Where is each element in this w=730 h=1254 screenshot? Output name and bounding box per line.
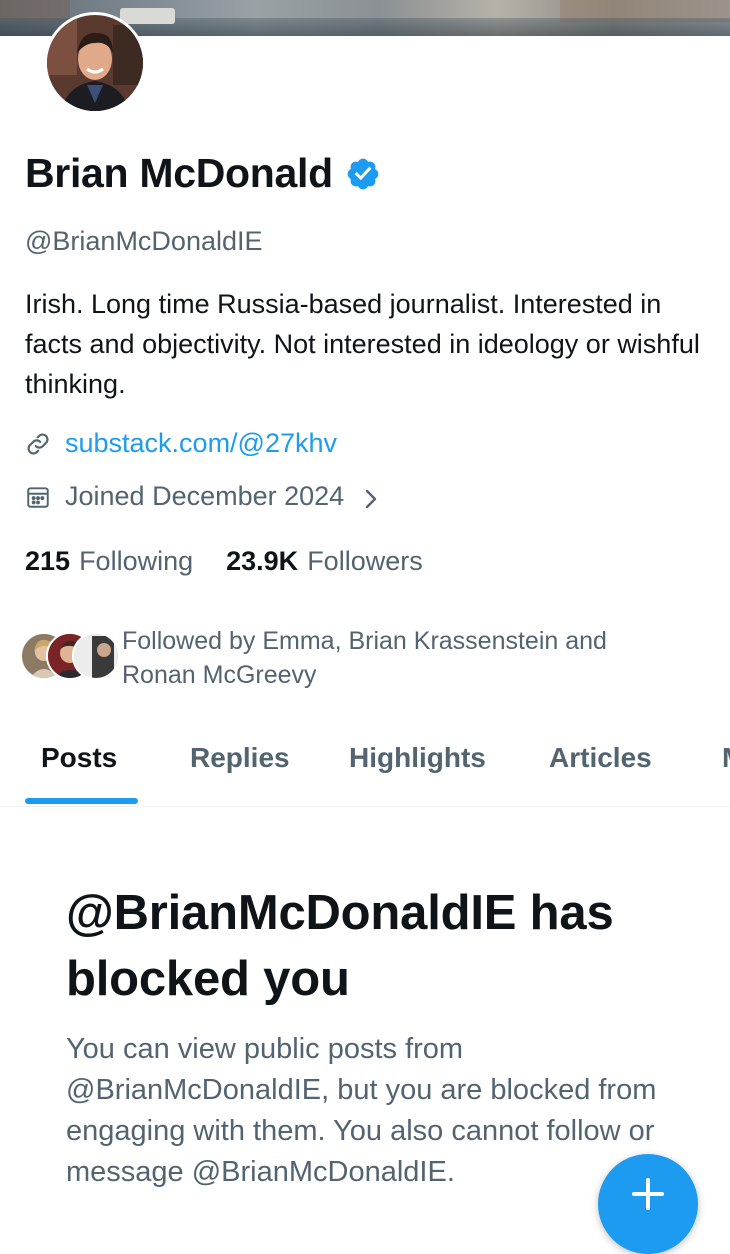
- following-count: 215: [25, 546, 71, 576]
- profile-handle: @BrianMcDonaldIE: [25, 226, 263, 256]
- followers-link[interactable]: 23.9K Followers: [226, 546, 423, 577]
- compose-post-button[interactable]: [598, 1154, 698, 1254]
- banner-boat: [120, 8, 175, 24]
- tab-posts[interactable]: Posts: [41, 742, 117, 774]
- link-icon: [25, 431, 51, 457]
- follower-avatar: [72, 632, 120, 680]
- followers-count: 23.9K: [226, 546, 299, 576]
- followed-by-row[interactable]: Followed by Emma, Brian Krassenstein and…: [20, 624, 682, 692]
- tab-replies[interactable]: Replies: [190, 742, 290, 774]
- active-tab-indicator: [25, 798, 138, 804]
- avatar-photo: [47, 15, 143, 111]
- plus-icon: [632, 1178, 664, 1210]
- verified-badge-icon[interactable]: [345, 156, 381, 192]
- blocked-message: You can view public posts from @BrianMcD…: [66, 1033, 657, 1188]
- profile-tabs: Posts Replies Highlights Articles M: [0, 730, 730, 807]
- profile-joined-row[interactable]: Joined December 2024: [25, 481, 380, 512]
- following-label: Following: [79, 546, 194, 576]
- followers-label: Followers: [307, 546, 423, 576]
- tab-highlights[interactable]: Highlights: [349, 742, 486, 774]
- profile-name: Brian McDonald: [25, 150, 333, 196]
- followed-by-text: Followed by Emma, Brian Krassenstein and…: [122, 627, 607, 689]
- follow-counts: 215 Following 23.9K Followers: [25, 546, 423, 577]
- chevron-right-icon[interactable]: [362, 486, 380, 508]
- profile-website-link[interactable]: substack.com/@27khv: [65, 428, 337, 459]
- calendar-icon: [25, 484, 51, 510]
- following-link[interactable]: 215 Following: [25, 546, 193, 577]
- blocked-title: @BrianMcDonaldIE has blocked you: [66, 886, 614, 1006]
- profile-bio: Irish. Long time Russia-based journalist…: [25, 289, 700, 399]
- profile-avatar[interactable]: [44, 12, 146, 114]
- tab-overflow[interactable]: M: [722, 742, 730, 774]
- profile-joined-date: Joined December 2024: [65, 481, 345, 511]
- profile-link-row: substack.com/@27khv: [25, 428, 337, 459]
- followed-by-avatars: [20, 624, 120, 686]
- tab-articles[interactable]: Articles: [549, 742, 652, 774]
- profile-name-row: Brian McDonald: [25, 150, 381, 197]
